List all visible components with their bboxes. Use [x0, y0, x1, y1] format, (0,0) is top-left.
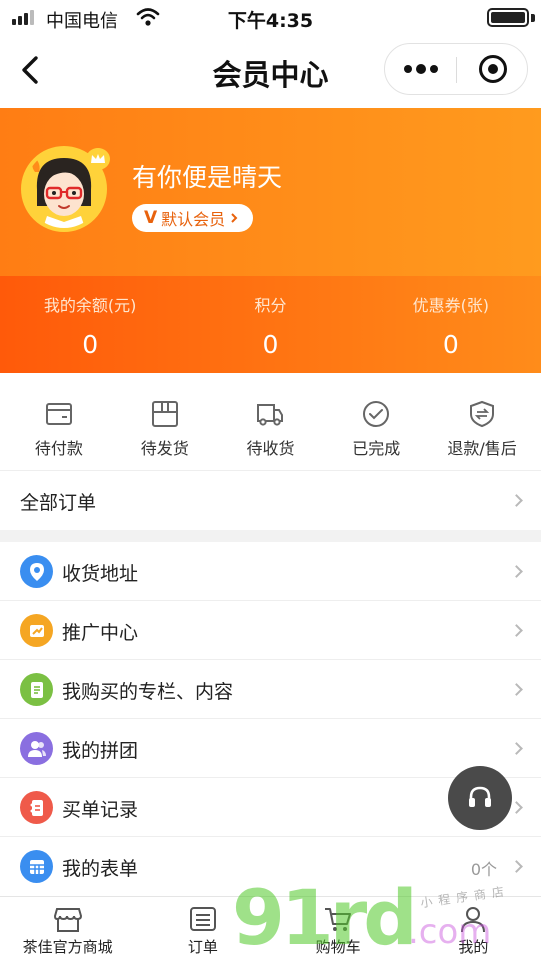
- battery-icon: [487, 8, 529, 27]
- username: 有你便是晴天: [132, 163, 283, 192]
- group-icon: [20, 732, 53, 765]
- mini-program-capsule: [384, 43, 528, 95]
- stat-coupons[interactable]: 优惠券(张) 0: [361, 276, 541, 373]
- menu-label: 推广中心: [62, 622, 139, 644]
- capsule-divider: [456, 57, 457, 83]
- menu-label: 我的拼团: [62, 740, 139, 762]
- receipt-icon: [20, 791, 53, 824]
- menu-label: 我购买的专栏、内容: [62, 681, 234, 703]
- form-grid-icon: [20, 850, 53, 883]
- customer-service-button[interactable]: [448, 766, 512, 830]
- chevron-right-icon: [231, 213, 238, 223]
- tab-label: 茶佳官方商城: [22, 938, 113, 956]
- account-menu: 收货地址 推广中心 我购买的专栏、内容 我的拼团 买单记录 我的表单 0个: [0, 542, 541, 896]
- dot-icon: [430, 65, 438, 73]
- menu-label: 收货地址: [62, 563, 139, 585]
- menu-group-buy[interactable]: 我的拼团: [0, 719, 541, 778]
- dot-icon: [416, 64, 426, 74]
- all-orders-row[interactable]: 全部订单: [0, 470, 541, 530]
- menu-shipping-address[interactable]: 收货地址: [0, 542, 541, 601]
- location-pin-icon: [20, 555, 53, 588]
- headset-icon: [469, 786, 491, 807]
- crown-icon: [86, 148, 110, 170]
- order-label: 待收货: [246, 439, 295, 458]
- member-level-label: 默认会员: [161, 210, 226, 229]
- order-label: 退款/售后: [447, 439, 517, 458]
- order-label: 待发货: [140, 439, 189, 458]
- stat-label: 优惠券(张): [412, 296, 490, 315]
- chevron-right-icon: [510, 683, 523, 696]
- stat-label: 积分: [254, 296, 287, 315]
- refund-shield-icon: [470, 400, 495, 428]
- stat-value: 0: [262, 330, 279, 359]
- stat-points[interactable]: 积分 0: [180, 276, 360, 373]
- order-shortcuts: 待付款 待发货 待收货 已完成 退款/售后: [0, 373, 541, 470]
- watermark-logo: 91rd: [232, 873, 418, 960]
- menu-promotion-center[interactable]: 推广中心: [0, 601, 541, 660]
- order-pending-payment[interactable]: 待付款: [6, 373, 112, 470]
- profile-banner: 有你便是晴天 V 默认会员: [0, 108, 541, 276]
- chevron-right-icon: [510, 742, 523, 755]
- more-options-button[interactable]: [385, 44, 457, 94]
- menu-label: 买单记录: [62, 799, 139, 821]
- chevron-right-icon: [510, 565, 523, 578]
- level-prefix: V: [144, 208, 158, 228]
- share-icon: [20, 614, 53, 647]
- chevron-right-icon: [510, 801, 523, 814]
- stat-value: 0: [442, 330, 459, 359]
- form-count: 0个: [470, 860, 497, 879]
- order-pending-receipt[interactable]: 待收货: [218, 373, 324, 470]
- order-label: 已完成: [352, 439, 401, 458]
- member-level-badge[interactable]: V 默认会员: [132, 204, 254, 232]
- close-mini-program-icon[interactable]: [479, 55, 507, 83]
- account-stats: 我的余额(元) 0 积分 0 优惠券(张) 0: [0, 276, 541, 373]
- chevron-right-icon: [510, 494, 523, 507]
- truck-icon: [257, 404, 284, 426]
- order-list-icon: [189, 907, 216, 931]
- check-circle-icon: [363, 401, 390, 427]
- stat-balance[interactable]: 我的余额(元) 0: [0, 276, 180, 373]
- battery-tip: [531, 14, 535, 22]
- menu-label: 我的表单: [62, 858, 139, 880]
- navigation-bar: 会员中心: [0, 34, 541, 108]
- stat-value: 0: [82, 330, 99, 359]
- clock: 下午4:35: [227, 10, 314, 32]
- watermark-domain: .com: [408, 912, 492, 952]
- dot-icon: [404, 65, 412, 73]
- status-bar: 中国电信 下午4:35: [0, 0, 541, 34]
- chevron-right-icon: [510, 860, 523, 873]
- order-completed[interactable]: 已完成: [323, 373, 429, 470]
- document-icon: [20, 673, 53, 706]
- menu-purchased-content[interactable]: 我购买的专栏、内容: [0, 660, 541, 719]
- order-pending-shipment[interactable]: 待发货: [112, 373, 218, 470]
- store-icon: [53, 908, 82, 932]
- stat-label: 我的余额(元): [43, 296, 137, 315]
- tab-store-home[interactable]: 茶佳官方商城: [0, 897, 135, 960]
- wallet-icon: [45, 403, 72, 425]
- order-refund[interactable]: 退款/售后: [429, 373, 535, 470]
- chevron-right-icon: [510, 624, 523, 637]
- package-icon: [151, 401, 178, 427]
- all-orders-label: 全部订单: [20, 492, 97, 514]
- order-label: 待付款: [34, 439, 83, 458]
